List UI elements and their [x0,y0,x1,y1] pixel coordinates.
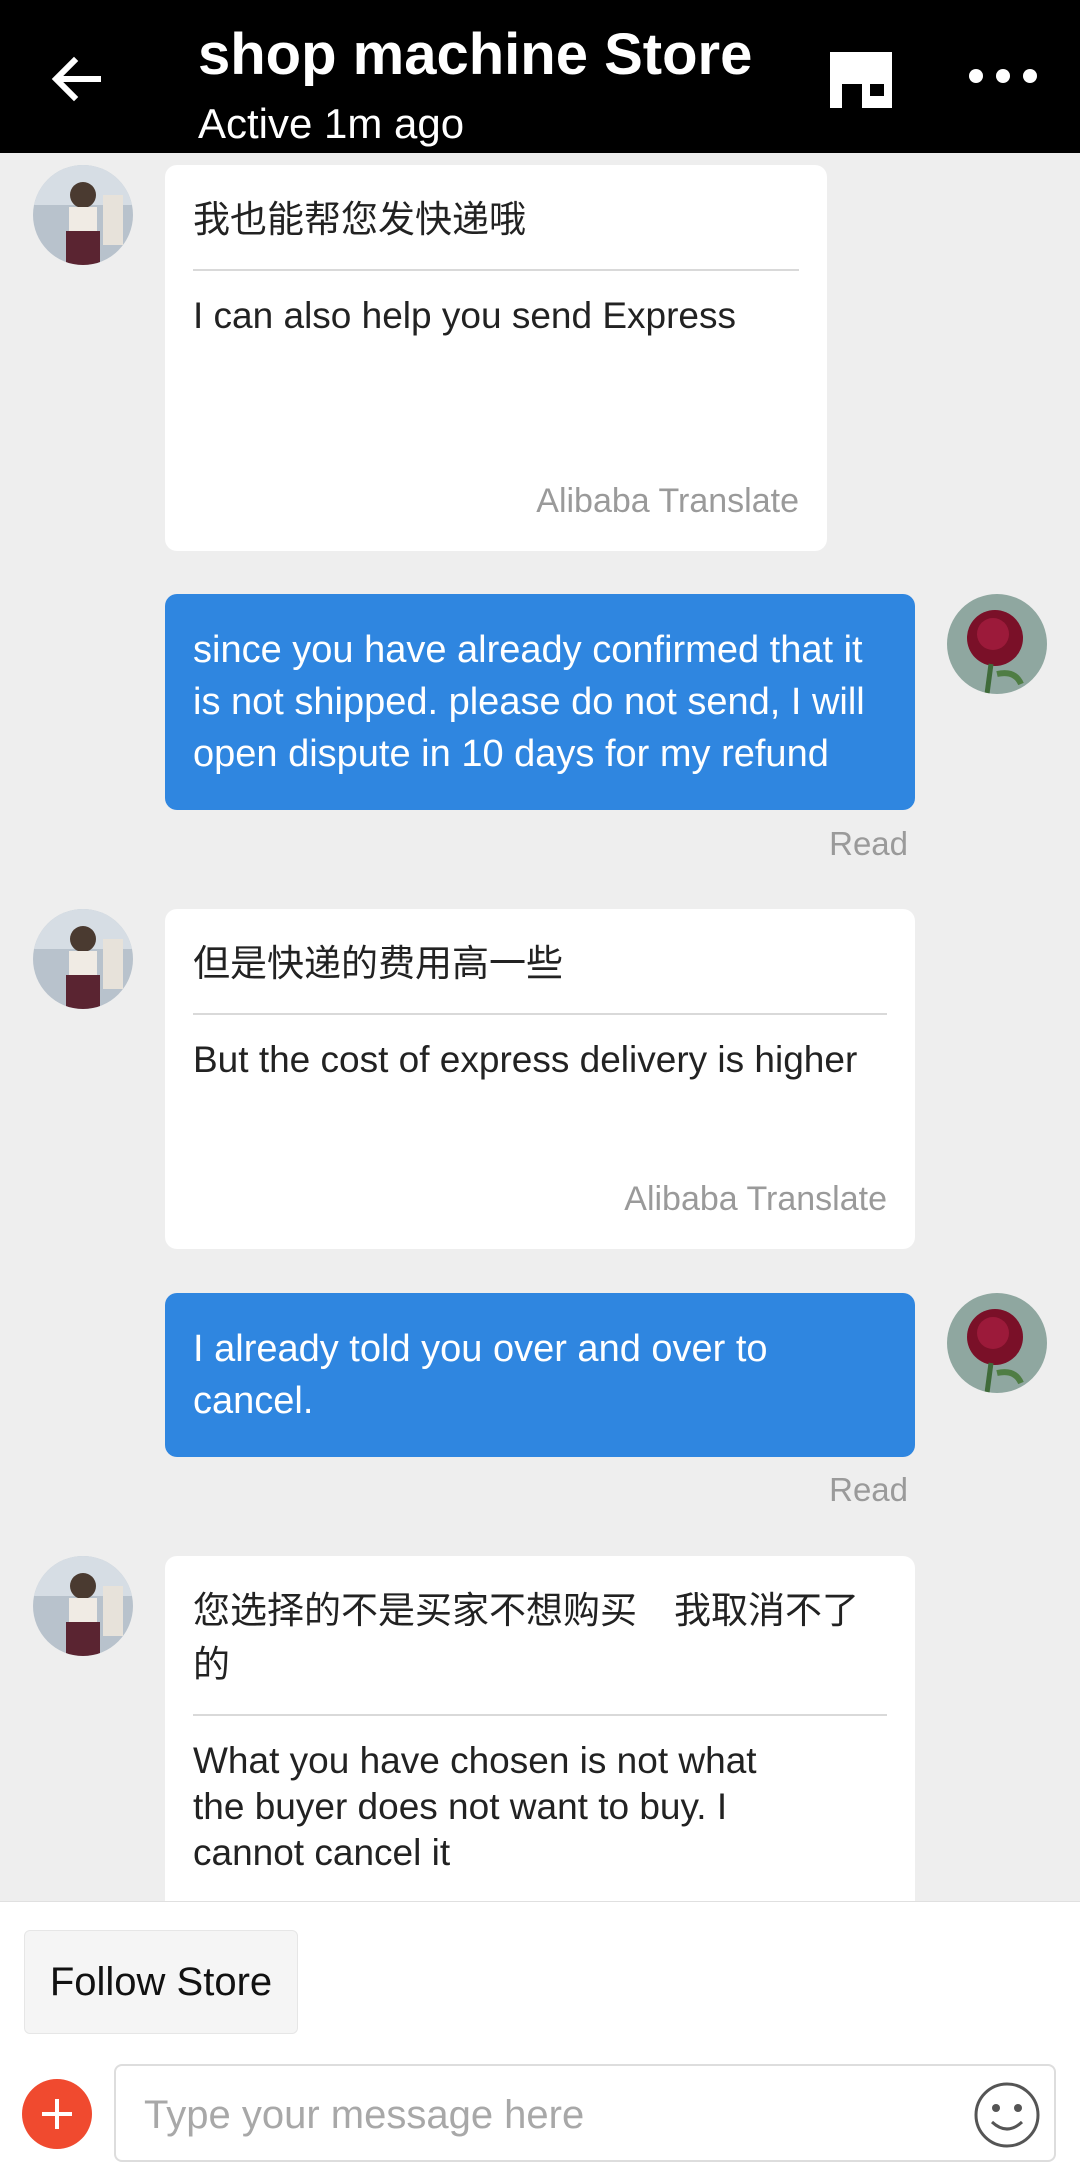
read-receipt: Read [829,1471,908,1508]
store-name-title: shop machine Store [198,22,753,87]
message-input[interactable] [142,2084,966,2146]
seller-avatar[interactable] [33,165,133,265]
user-avatar[interactable] [947,594,1047,694]
more-icon[interactable] [966,56,1040,96]
seller-avatar[interactable] [33,909,133,1009]
seller-avatar[interactable] [33,1556,133,1656]
outgoing-message[interactable]: since you have already confirmed that it… [165,594,915,810]
follow-store-button[interactable]: Follow Store [24,1930,298,2034]
translation-source: Alibaba Translate [624,1180,887,1218]
plus-icon[interactable] [22,2079,92,2149]
translated-text: I can also help you send Express [193,295,736,336]
translated-text: What you have chosen is not what the buy… [193,1740,757,1873]
message-input-box[interactable] [114,2064,1056,2162]
original-text: 您选择的不是买家不想购买 我取消不了的 [193,1556,887,1716]
store-icon[interactable] [826,50,896,110]
message-list[interactable]: 我也能帮您发快递哦 I can also help you send Expre… [0,153,1080,1901]
incoming-message[interactable]: 我也能帮您发快递哦 I can also help you send Expre… [165,165,827,551]
translation-source: Alibaba Translate [536,482,799,520]
emoji-icon[interactable] [972,2080,1042,2150]
active-status: Active 1m ago [198,100,465,147]
chat-header: shop machine Store Active 1m ago [0,0,1080,153]
translated-text: But the cost of express delivery is high… [193,1039,858,1080]
composer-bar: Follow Store [0,1901,1080,2167]
back-arrow-icon[interactable] [48,48,110,110]
user-avatar[interactable] [947,1293,1047,1393]
incoming-message[interactable]: 您选择的不是买家不想购买 我取消不了的 What you have chosen… [165,1556,915,1901]
original-text: 但是快递的费用高一些 [193,909,887,1015]
read-receipt: Read [829,825,908,862]
incoming-message[interactable]: 但是快递的费用高一些 But the cost of express deliv… [165,909,915,1249]
outgoing-message[interactable]: I already told you over and over to canc… [165,1293,915,1457]
original-text: 我也能帮您发快递哦 [193,165,799,271]
